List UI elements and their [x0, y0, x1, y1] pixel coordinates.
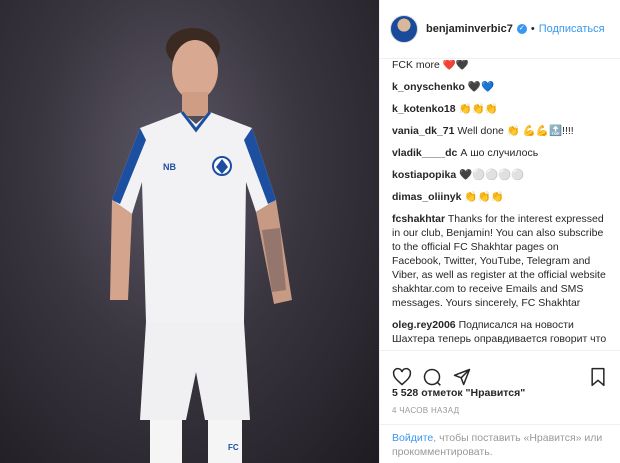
- heart-icon[interactable]: [392, 367, 412, 387]
- login-link[interactable]: Войдите: [392, 432, 433, 444]
- post-actions: [380, 350, 620, 392]
- comment-item: oleg.rey2006 Подписался на новости Шахте…: [392, 318, 610, 347]
- comment-text: Thanks for the interest expressed in our…: [392, 213, 606, 309]
- comment-item: dimas_oliinyk 👏👏👏: [392, 190, 610, 204]
- comment-username[interactable]: fcshakhtar: [392, 213, 445, 225]
- avatar[interactable]: [390, 15, 418, 43]
- comment-username[interactable]: vladik____dc: [392, 147, 457, 159]
- post-photo[interactable]: NB FC: [0, 0, 379, 463]
- comment-item: fcshakhtar Thanks for the interest expre…: [392, 212, 610, 310]
- comment-item: vladik____dc А шо случилось: [392, 146, 610, 160]
- bookmark-icon[interactable]: [588, 367, 608, 387]
- verified-badge-icon: ✓: [516, 24, 527, 34]
- comment-item: FCK more ❤️🖤: [392, 60, 610, 72]
- comment-text: Well done 👏 💪💪🔝!!!!: [457, 125, 574, 137]
- svg-text:NB: NB: [163, 162, 176, 172]
- likes-count[interactable]: 5 528 отметок "Нравится": [392, 387, 525, 399]
- comment-item: k_onyschenko 🖤💙: [392, 80, 610, 94]
- follow-button[interactable]: Подписаться: [539, 23, 605, 35]
- comment-item: vania_dk_71 Well done 👏 💪💪🔝!!!!: [392, 124, 610, 138]
- username-link[interactable]: benjaminverbic7: [426, 23, 513, 35]
- svg-text:FC: FC: [228, 443, 239, 452]
- login-prompt: Войдите, чтобы поставить «Нравится» или …: [380, 424, 620, 463]
- separator-dot: •: [530, 23, 535, 35]
- comment-text: 👏👏👏: [464, 191, 504, 203]
- comment-username[interactable]: kostiapopika: [392, 169, 456, 181]
- comment-item: kostiapopika 🖤⚪⚪⚪⚪: [392, 168, 610, 182]
- comment-username[interactable]: vania_dk_71: [392, 125, 454, 137]
- comment-text: FCK more ❤️🖤: [392, 60, 469, 71]
- comment-icon[interactable]: [422, 367, 442, 387]
- comment-username[interactable]: dimas_oliinyk: [392, 191, 461, 203]
- post-header: benjaminverbic7 ✓ • Подписаться: [380, 0, 620, 59]
- comment-text: А шо случилось: [460, 147, 539, 159]
- player-photo-image: NB FC: [110, 28, 292, 463]
- comment-username[interactable]: k_onyschenko: [392, 81, 465, 93]
- post-timestamp[interactable]: 4 ЧАСОВ НАЗАД: [392, 406, 459, 415]
- comment-text: 👏👏👏: [458, 103, 498, 115]
- comments-list[interactable]: FCK more ❤️🖤 k_onyschenko 🖤💙 k_kotenko18…: [380, 60, 620, 347]
- post-sidebar: benjaminverbic7 ✓ • Подписаться FCK more…: [379, 0, 620, 463]
- comment-text: 🖤💙: [467, 81, 495, 93]
- share-icon[interactable]: [452, 367, 472, 387]
- comment-username[interactable]: oleg.rey2006: [392, 319, 456, 331]
- comment-item: k_kotenko18 👏👏👏: [392, 102, 610, 116]
- comment-username[interactable]: k_kotenko18: [392, 103, 456, 115]
- comment-text: 🖤⚪⚪⚪⚪: [459, 169, 525, 181]
